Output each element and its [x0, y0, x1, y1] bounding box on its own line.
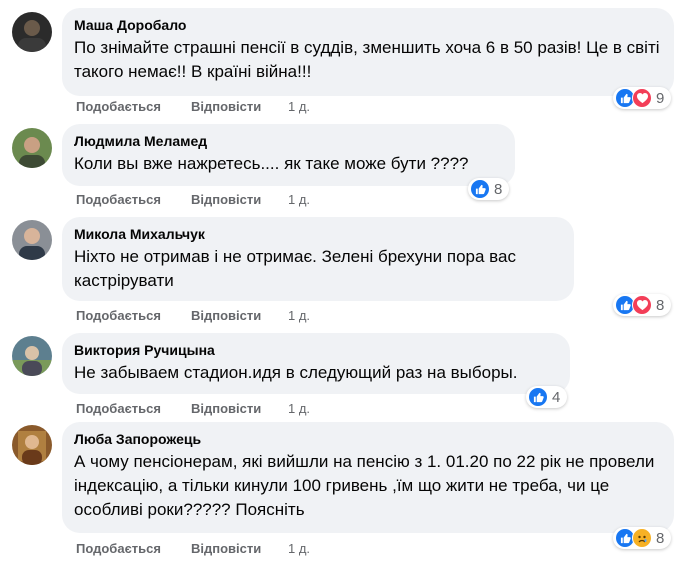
avatar[interactable] — [12, 128, 52, 168]
reply-link[interactable]: Відповісти — [191, 192, 261, 207]
sad-icon — [632, 528, 652, 548]
reaction-count: 4 — [552, 388, 561, 406]
comment-author[interactable]: Виктория Ручицына — [74, 341, 558, 359]
timestamp[interactable]: 1 д. — [288, 99, 310, 114]
comment-bubble: Люба Запорожець А чому пенсіонерам, які … — [62, 422, 674, 533]
like-link[interactable]: Подобається — [76, 99, 161, 114]
timestamp[interactable]: 1 д. — [288, 308, 310, 323]
reply-link[interactable]: Відповісти — [191, 99, 261, 114]
avatar[interactable] — [12, 425, 52, 465]
like-icon — [470, 179, 490, 199]
comment-bubble: Микола Михальчук Ніхто не отримав і не о… — [62, 217, 574, 301]
like-link[interactable]: Подобається — [76, 308, 161, 323]
comment-bubble: Маша Доробало По знімайте страшні пенсії… — [62, 8, 674, 96]
avatar-photo-icon — [18, 431, 46, 465]
reply-link[interactable]: Відповісти — [191, 401, 261, 416]
comment-bubble: Виктория Ручицына Не забываем стадион.ид… — [62, 333, 570, 394]
comment-text: Ніхто не отримав і не отримає. Зелені бр… — [74, 247, 516, 290]
timestamp[interactable]: 1 д. — [288, 401, 310, 416]
avatar-photo-icon — [18, 20, 46, 52]
avatar[interactable] — [12, 12, 52, 52]
comment-text: По знімайте страшні пенсії в суддів, зме… — [74, 38, 660, 81]
comment-author[interactable]: Люба Запорожець — [74, 430, 662, 448]
comment-text: Коли вы вже нажретесь.... як таке може б… — [74, 154, 469, 173]
comment-author[interactable]: Людмила Меламед — [74, 132, 503, 150]
reactions-summary[interactable]: 8 — [613, 527, 672, 549]
avatar-photo-icon — [19, 228, 45, 260]
avatar[interactable] — [12, 220, 52, 260]
avatar[interactable] — [12, 336, 52, 376]
love-icon — [632, 88, 652, 108]
reactions-summary[interactable]: 8 — [613, 294, 672, 316]
reaction-count: 8 — [494, 180, 503, 198]
timestamp[interactable]: 1 д. — [288, 541, 310, 556]
reactions-summary[interactable]: 8 — [468, 178, 510, 200]
like-link[interactable]: Подобається — [76, 541, 161, 556]
like-link[interactable]: Подобається — [76, 192, 161, 207]
like-link[interactable]: Подобається — [76, 401, 161, 416]
reactions-summary[interactable]: 9 — [613, 87, 672, 109]
comment-author[interactable]: Микола Михальчук — [74, 225, 562, 243]
reaction-count: 9 — [656, 89, 665, 107]
comment-bubble: Людмила Меламед Коли вы вже нажретесь...… — [62, 124, 515, 186]
reply-link[interactable]: Відповісти — [191, 541, 261, 556]
love-icon — [632, 295, 652, 315]
avatar-photo-icon — [12, 346, 52, 376]
like-icon — [528, 387, 548, 407]
reply-link[interactable]: Відповісти — [191, 308, 261, 323]
reaction-count: 8 — [656, 296, 665, 314]
comment-author[interactable]: Маша Доробало — [74, 16, 662, 34]
avatar-photo-icon — [19, 137, 45, 168]
reaction-count: 8 — [656, 529, 665, 547]
comment-text: А чому пенсіонерам, які вийшли на пенсію… — [74, 452, 655, 519]
reactions-summary[interactable]: 4 — [526, 386, 568, 408]
timestamp[interactable]: 1 д. — [288, 192, 310, 207]
comment-text: Не забываем стадион.идя в следующий раз … — [74, 363, 518, 382]
